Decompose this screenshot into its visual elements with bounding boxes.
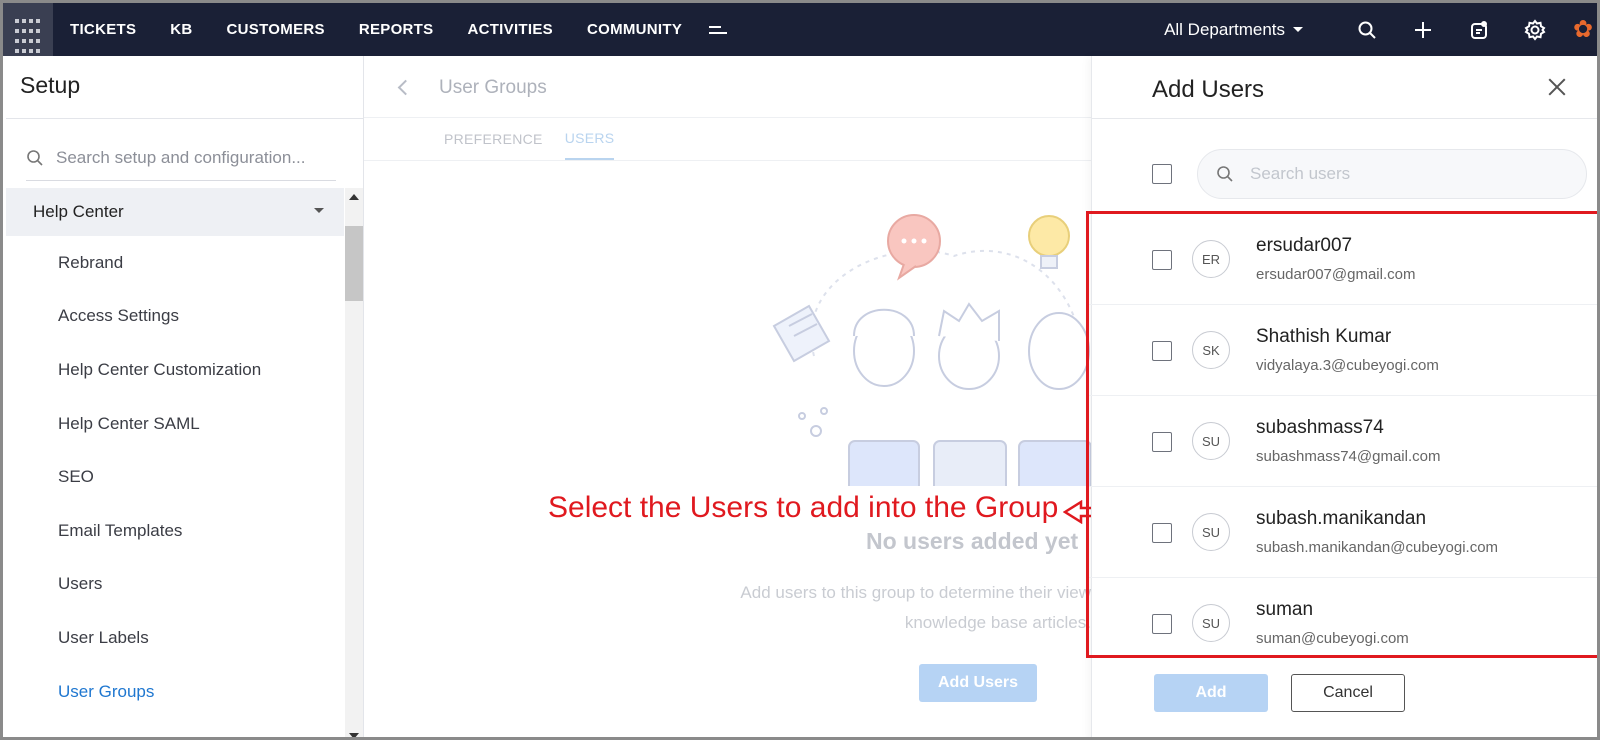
close-icon[interactable] [1548,78,1566,96]
divider [1092,118,1597,119]
page-header: User Groups [364,56,1091,118]
empty-state-description: Add users to this group to determine the… [704,578,1091,638]
user-row[interactable]: SU suman suman@cubeyogi.com [1089,578,1597,669]
user-email: subash.manikandan@cubeyogi.com [1256,539,1499,556]
avatar: SK [1192,331,1230,369]
app-window: TICKETS KB CUSTOMERS REPORTS ACTIVITIES … [0,0,1600,740]
user-checkbox[interactable] [1152,432,1172,452]
apps-grid-icon[interactable] [3,3,53,56]
user-name: Shathish Kumar [1256,326,1392,347]
setup-sidebar: Setup Search setup and configuration... … [6,56,364,737]
empty-state-line-2: knowledge base articles. [904,613,1091,632]
tab-users[interactable]: USERS [564,118,615,160]
scroll-up-icon[interactable] [349,194,359,200]
tab-preference[interactable]: PREFERENCE [444,118,543,160]
department-selector[interactable]: All Departments [1164,20,1303,40]
user-name: suman [1256,599,1314,620]
user-email: vidyalaya.3@cubeyogi.com [1256,357,1439,374]
user-row[interactable]: ER ersudar007 ersudar007@gmail.com [1089,214,1597,305]
caret-down-icon [1293,27,1303,32]
nav-menu: TICKETS KB CUSTOMERS REPORTS ACTIVITIES … [53,3,728,56]
user-row[interactable]: SU subash.manikandan subash.manikandan@c… [1089,487,1597,578]
avatar: ER [1192,240,1230,278]
gear-icon[interactable] [1507,3,1563,56]
sidebar-item-users[interactable]: Users [6,558,344,612]
user-email: suman@cubeyogi.com [1256,630,1409,647]
divider [364,160,1091,161]
select-all-checkbox[interactable] [1152,164,1172,184]
sidebar-item-email-templates[interactable]: Email Templates [6,504,344,558]
search-icon [27,150,43,166]
search-icon[interactable] [1339,3,1395,56]
section-help-center[interactable]: Help Center [6,188,344,236]
user-search-input[interactable]: Search users [1197,149,1587,199]
user-row[interactable]: SU subashmass74 subashmass74@gmail.com [1089,396,1597,487]
cancel-button[interactable]: Cancel [1291,674,1405,712]
add-button[interactable]: Add [1154,674,1268,712]
divider [6,118,363,119]
empty-state-title: No users added yet [866,528,1079,554]
nav-activities[interactable]: ACTIVITIES [450,21,570,38]
user-email: ersudar007@gmail.com [1256,266,1416,283]
more-menu-icon[interactable] [709,24,728,36]
setup-title: Setup [20,72,81,98]
avatar: SU [1192,604,1230,642]
back-arrow-icon[interactable] [397,79,414,96]
sidebar-item-rebrand[interactable]: Rebrand [6,236,344,290]
sidebar-item-user-labels[interactable]: User Labels [6,611,344,665]
search-placeholder: Search users [1250,164,1351,183]
setup-search-input[interactable]: Search setup and configuration... [26,136,336,181]
avatar: SU [1192,513,1230,551]
annotation-text: Select the Users to add into the Group [548,491,1059,524]
nav-kb[interactable]: KB [153,21,209,38]
nav-community[interactable]: COMMUNITY [570,21,699,38]
top-nav: TICKETS KB CUSTOMERS REPORTS ACTIVITIES … [3,3,1597,56]
sidebar-item-help-center-saml[interactable]: Help Center SAML [6,397,344,451]
user-checkbox[interactable] [1152,523,1172,543]
user-checkbox[interactable] [1152,250,1172,270]
search-icon [1217,166,1233,182]
notes-icon[interactable] [1451,3,1507,56]
avatar: SU [1192,422,1230,460]
add-users-drawer: Add Users Search users ER ersudar007 ers… [1086,56,1597,737]
user-checkbox[interactable] [1152,341,1172,361]
drawer-title: Add Users [1152,76,1265,103]
user-list: ER ersudar007 ersudar007@gmail.com SK Sh… [1086,211,1597,658]
search-placeholder: Search setup and configuration... [56,148,306,167]
plus-icon[interactable] [1395,3,1451,56]
nav-reports[interactable]: REPORTS [342,21,451,38]
sidebar-item-user-groups[interactable]: User Groups [6,665,344,719]
page-title: User Groups [439,77,547,98]
sidebar-item-seo[interactable]: SEO [6,450,344,504]
tab-bar: PREFERENCE USERS [444,118,636,160]
user-name: subash.manikandan [1256,508,1427,529]
sidebar-item-access-settings[interactable]: Access Settings [6,290,344,344]
nav-customers[interactable]: CUSTOMERS [210,21,342,38]
sidebar-item-help-center-customization[interactable]: Help Center Customization [6,343,344,397]
scrollbar-thumb[interactable] [345,226,363,301]
user-checkbox[interactable] [1152,614,1172,634]
user-name: subashmass74 [1256,417,1384,438]
caret-down-icon [314,208,324,213]
sidebar-scrollbar[interactable] [345,188,363,737]
user-email: subashmass74@gmail.com [1256,448,1441,465]
main-content: User Groups PREFERENCE USERS No users ad… [364,56,1091,737]
empty-state-illustration [772,214,1091,486]
user-name: ersudar007 [1256,235,1353,256]
scroll-down-icon[interactable] [349,733,359,737]
empty-state-line-1: Add users to this group to determine the… [740,583,1091,602]
brand-logo-icon[interactable]: ✿ [1563,3,1597,56]
setup-menu: Help Center Rebrand Access Settings Help… [6,188,344,718]
department-label: All Departments [1164,19,1285,39]
section-label: Help Center [33,202,124,221]
nav-right-tools: All Departments ✿ [1164,3,1597,56]
add-users-button[interactable]: Add Users [919,664,1037,702]
user-row[interactable]: SK Shathish Kumar vidyalaya.3@cubeyogi.c… [1089,305,1597,396]
nav-tickets[interactable]: TICKETS [53,21,153,38]
